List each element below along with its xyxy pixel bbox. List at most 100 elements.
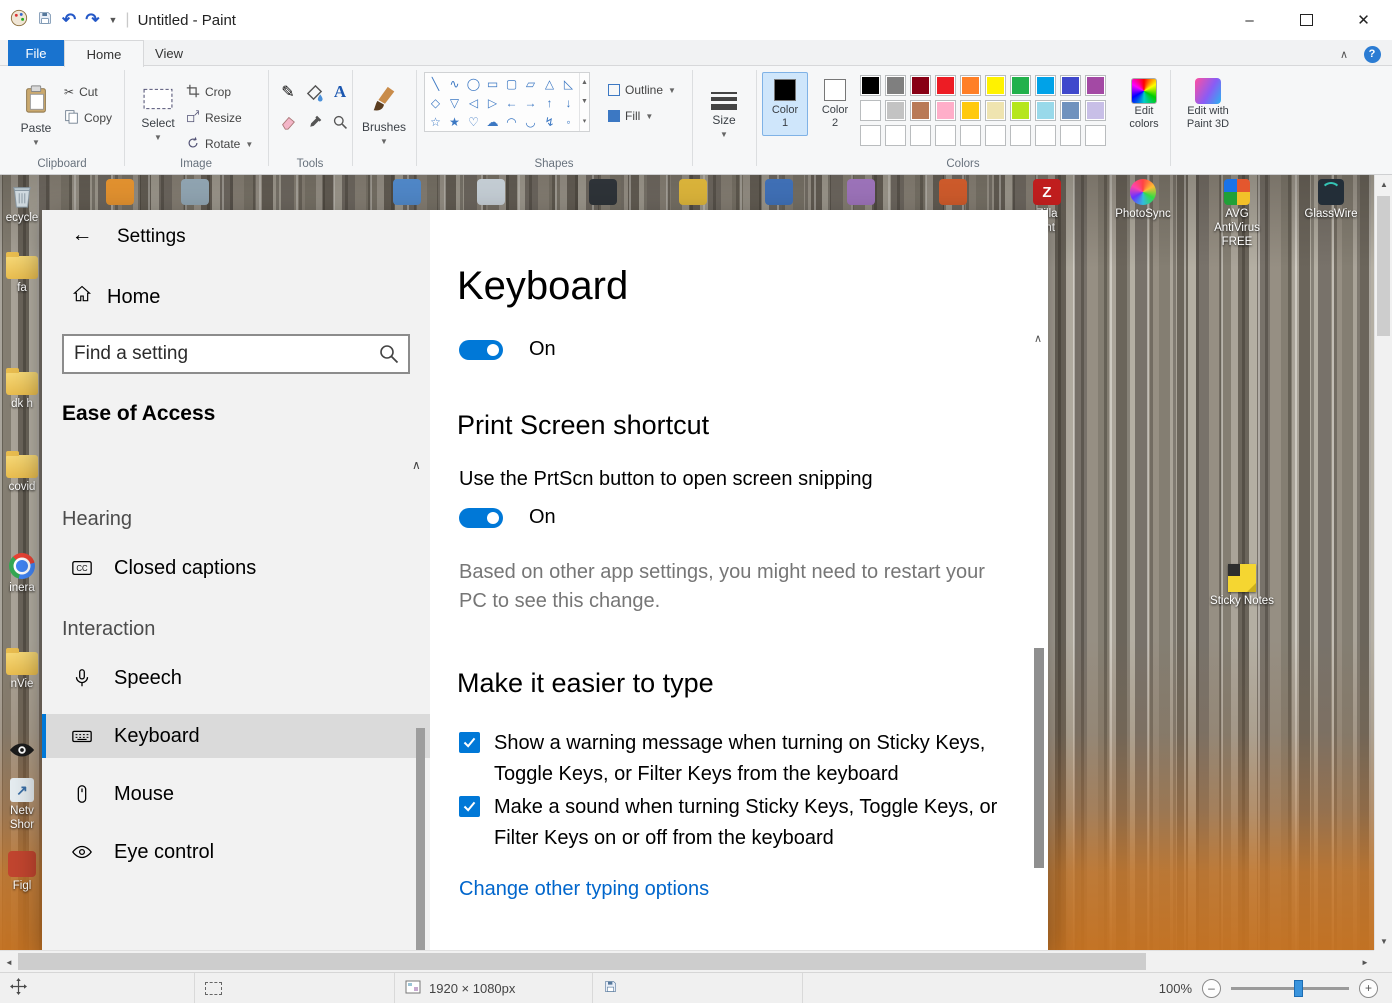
shape-tool-icon[interactable]: ← [502,93,521,112]
warning-checkbox[interactable] [459,732,480,753]
copy-button[interactable]: Copy [64,106,112,130]
color-swatch[interactable] [885,125,906,146]
color-swatch[interactable] [1060,75,1081,96]
edit-with-paint3d-button[interactable]: Edit with Paint 3D [1178,72,1238,136]
color-swatch[interactable] [885,100,906,121]
paste-button[interactable]: Paste ▼ [10,72,62,158]
shape-tool-icon[interactable]: ☁ [483,112,502,131]
shape-tool-icon[interactable]: ◯ [464,74,483,93]
shape-tool-icon[interactable]: ☆ [426,112,445,131]
fill-bucket-tool-icon[interactable] [302,80,326,104]
shape-tool-icon[interactable]: ◇ [426,93,445,112]
desktop-icon[interactable] [826,179,896,205]
crop-button[interactable]: Crop [186,80,231,104]
sidebar-scrollbar-thumb[interactable] [416,728,425,950]
desktop-icon[interactable] [456,179,526,205]
sidebar-item-speech[interactable]: Speech [42,656,430,700]
color-swatch[interactable] [885,75,906,96]
color-swatch[interactable] [860,75,881,96]
color-swatch[interactable] [910,100,931,121]
shapes-scroll-down-icon[interactable]: ▼ [581,98,588,105]
collapse-ribbon-icon[interactable]: ∧ [1334,44,1354,64]
color-swatch[interactable] [910,75,931,96]
color-swatch[interactable] [960,100,981,121]
select-button[interactable]: Select ▼ [132,72,184,158]
save-icon[interactable] [37,10,53,31]
shape-tool-icon[interactable]: △ [540,74,559,93]
shape-tool-icon[interactable]: ↯ [540,112,559,131]
color-swatch[interactable] [1060,125,1081,146]
color2-button[interactable]: Color 2 [812,72,858,136]
shape-tool-icon[interactable]: ▽ [445,93,464,112]
maximize-button[interactable] [1278,0,1335,40]
shape-tool-icon[interactable]: ◁ [464,93,483,112]
color-swatch[interactable] [1010,100,1031,121]
text-tool-icon[interactable]: A [328,80,352,104]
magnifier-tool-icon[interactable] [328,110,352,134]
desktop-icon[interactable]: Figl [0,851,44,894]
scroll-down-icon[interactable]: ▼ [1375,932,1392,950]
help-icon[interactable]: ? [1362,44,1382,64]
desktop-icon[interactable] [160,179,230,205]
color-swatch[interactable] [860,100,881,121]
shape-tool-icon[interactable]: ★ [445,112,464,131]
keyboard-toggle[interactable] [459,339,503,360]
color-swatch[interactable] [1085,125,1106,146]
outline-dropdown[interactable]: Outline ▼ [608,78,676,102]
desktop-icon[interactable]: inera [0,553,44,596]
desktop-icon[interactable] [372,179,442,205]
desktop-icon[interactable] [744,179,814,205]
color1-button[interactable]: Color 1 [762,72,808,136]
shape-tool-icon[interactable]: ◡ [521,112,540,131]
sound-checkbox[interactable] [459,796,480,817]
desktop-icon[interactable]: fa [0,252,44,296]
color-swatch[interactable] [960,125,981,146]
shape-tool-icon[interactable]: ▱ [521,74,540,93]
shapes-scroll-up-icon[interactable]: ▲ [581,79,588,86]
desktop-icon[interactable]: GlassWire [1296,179,1366,222]
shape-tool-icon[interactable]: ▷ [483,93,502,112]
desktop-icon[interactable]: AVG AntiVirus FREE [1202,179,1272,249]
tab-file[interactable]: File [8,40,64,66]
desktop-icon[interactable]: covid [0,451,44,495]
quick-access-dropdown-icon[interactable]: ▼ [109,15,118,25]
scroll-up-icon[interactable]: ▲ [1375,175,1392,193]
shape-tool-icon[interactable]: ◦ [559,112,578,131]
search-input[interactable] [64,336,378,372]
shape-tool-icon[interactable]: ♡ [464,112,483,131]
color-swatch[interactable] [1085,100,1106,121]
color-swatch[interactable] [985,125,1006,146]
desktop-icon[interactable]: nVie [0,648,44,692]
eraser-tool-icon[interactable] [276,110,300,134]
back-icon[interactable]: ← [66,220,98,250]
shape-tool-icon[interactable]: ∿ [445,74,464,93]
shape-tool-icon[interactable]: ╲ [426,74,445,93]
scroll-left-icon[interactable]: ◄ [0,951,18,973]
desktop-icon[interactable]: ↗ Netv Shor [0,778,44,833]
desktop-icon[interactable] [568,179,638,205]
color-swatch[interactable] [1035,75,1056,96]
vertical-scrollbar-thumb[interactable] [1377,196,1390,336]
close-button[interactable]: ✕ [1335,0,1392,40]
content-scroll-up-icon[interactable]: ∧ [1034,332,1042,345]
color-swatch[interactable] [1085,75,1106,96]
shapes-more-icon[interactable]: ▾ [583,117,587,125]
scroll-right-icon[interactable]: ► [1356,951,1374,973]
desktop-icon-sticky-notes[interactable]: Sticky Notes [1206,564,1278,609]
desktop-icon[interactable] [0,737,44,763]
undo-icon[interactable]: ↶ [62,10,76,30]
desktop-icon[interactable]: ecycle [0,183,44,226]
shape-tool-icon[interactable]: ▢ [502,74,521,93]
desktop-icon[interactable]: PhotoSync [1108,179,1178,222]
color-swatch[interactable] [1010,125,1031,146]
zoom-in-button[interactable]: + [1359,978,1378,998]
change-typing-options-link[interactable]: Change other typing options [459,878,709,901]
color-swatch[interactable] [960,75,981,96]
tab-view[interactable]: View [144,40,194,66]
desktop-icon[interactable]: dk h [0,368,44,412]
color-swatch[interactable] [1035,125,1056,146]
pencil-tool-icon[interactable]: ✎ [276,80,300,104]
brushes-button[interactable]: Brushes ▼ [358,72,410,158]
redo-icon[interactable]: ↷ [85,10,99,30]
sidebar-item-closed-captions[interactable]: CC Closed captions [42,546,430,590]
